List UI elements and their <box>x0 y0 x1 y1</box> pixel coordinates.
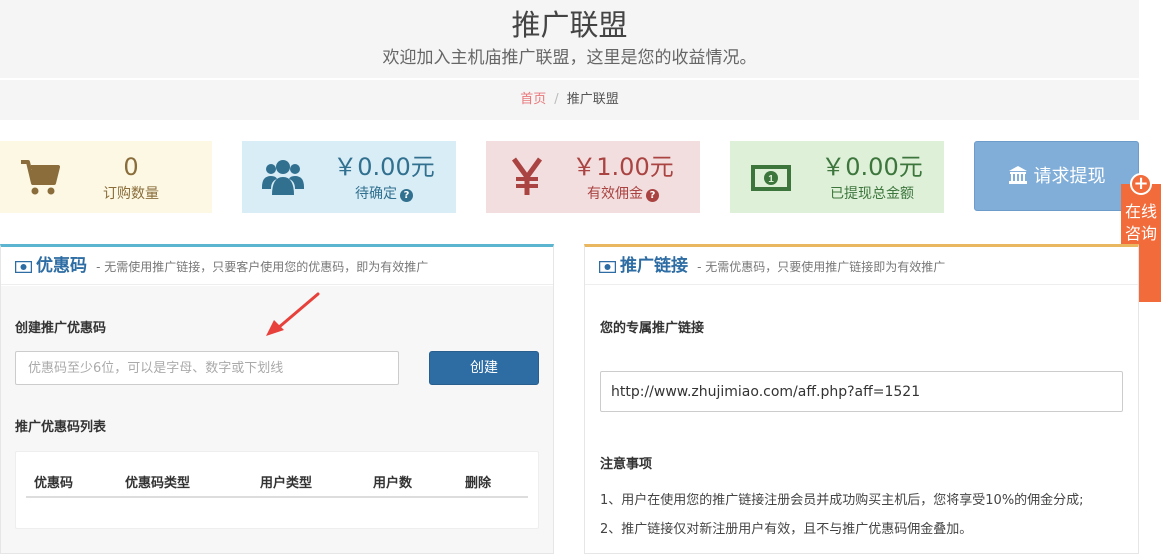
breadcrumb-current: 推广联盟 <box>566 92 619 107</box>
stat-pending: ￥0.00元 待确定? <box>242 141 456 213</box>
table-header-type: 优惠码类型 <box>125 476 191 491</box>
page-hero: 推广联盟 欢迎加入主机庙推广联盟，这里是您的收益情况。 <box>0 0 1139 78</box>
link-panel-description: - 无需优惠码，只要使用推广链接即为有效推广 <box>697 260 946 274</box>
table-header-delete: 删除 <box>465 476 492 491</box>
yen-icon <box>511 157 543 195</box>
coupon-panel-title-wrap: 优惠码 <box>14 256 87 276</box>
coupon-panel-description: - 无需使用推广链接，只要客户使用您的优惠码，即为有效推广 <box>96 260 429 274</box>
svg-text:1: 1 <box>768 174 774 185</box>
orders-label: 订购数量 <box>103 186 159 202</box>
request-withdraw-label: 请求提现 <box>1033 166 1106 187</box>
money-icon: 1 <box>751 165 791 191</box>
note-item: 1、用户在使用您的推广链接注册会员并成功购买主机后，您将享受10%的佣金分成; <box>600 493 1084 508</box>
aff-link-input[interactable] <box>600 371 1123 412</box>
withdrawn-label: 已提现总金额 <box>830 186 914 202</box>
orders-value: 0 <box>123 153 139 181</box>
help-icon[interactable]: ? <box>400 189 413 202</box>
table-header-user-count: 用户数 <box>373 476 413 491</box>
withdrawn-value: ￥0.00元 <box>821 153 923 181</box>
coupon-panel-title: 优惠码 <box>36 256 87 276</box>
link-panel-title: 推广链接 <box>620 256 688 276</box>
stat-valid: ￥1.00元 有效佣金? <box>486 141 700 213</box>
aff-link-label: 您的专属推广链接 <box>600 321 705 336</box>
request-withdraw-button[interactable]: 请求提现 <box>974 141 1139 211</box>
stat-withdrawn: 1 ￥0.00元 已提现总金额 <box>730 141 944 213</box>
valid-label-wrap: 有效佣金? <box>546 185 700 203</box>
coupon-table: 优惠码 优惠码类型 用户类型 用户数 删除 <box>15 451 539 529</box>
valid-label: 有效佣金 <box>587 186 643 202</box>
coupon-panel-header: 优惠码 - 无需使用推广链接，只要客户使用您的优惠码，即为有效推广 <box>1 247 553 285</box>
link-panel-header: 推广链接 - 无需优惠码，只要使用推广链接即为有效推广 <box>585 247 1138 285</box>
stat-orders: 0 订购数量 <box>0 141 212 213</box>
link-panel-title-wrap: 推广链接 <box>598 256 688 276</box>
table-header-code: 优惠码 <box>34 476 74 491</box>
coupon-list-label: 推广优惠码列表 <box>15 420 107 435</box>
plus-circle-icon[interactable]: + <box>1130 173 1152 195</box>
online-consult-label: 在线咨询 <box>1124 202 1157 243</box>
link-panel: 推广链接 - 无需优惠码，只要使用推广链接即为有效推广 您的专属推广链接 注意事… <box>584 244 1139 554</box>
page-subtitle: 欢迎加入主机庙推广联盟，这里是您的收益情况。 <box>382 48 757 68</box>
bank-icon <box>1008 166 1027 184</box>
note-item: 2、推广链接仅对新注册用户有效，且不与推广优惠码佣金叠加。 <box>600 522 973 537</box>
users-icon <box>262 160 304 195</box>
coupon-table-header: 优惠码 优惠码类型 用户类型 用户数 删除 <box>26 462 528 498</box>
page-title: 推广联盟 <box>511 8 628 42</box>
help-icon[interactable]: ? <box>646 189 659 202</box>
notes-title: 注意事项 <box>600 457 653 472</box>
annotation-arrow-icon <box>266 292 320 336</box>
pending-label-wrap: 待确定? <box>312 185 456 203</box>
create-coupon-button[interactable]: 创建 <box>429 351 539 385</box>
money-icon <box>14 260 33 274</box>
breadcrumb-home-link[interactable]: 首页 <box>520 92 546 107</box>
valid-value: ￥1.00元 <box>572 153 674 181</box>
pending-label: 待确定 <box>355 186 397 202</box>
pending-value: ￥0.00元 <box>333 153 435 181</box>
breadcrumb: 首页 / 推广联盟 <box>0 80 1139 120</box>
money-icon <box>598 260 617 274</box>
link-panel-body: 您的专属推广链接 注意事项 1、用户在使用您的推广链接注册会员并成功购买主机后，… <box>585 286 1138 553</box>
create-coupon-label: 创建推广优惠码 <box>15 321 107 336</box>
table-header-user-type: 用户类型 <box>260 476 313 491</box>
coupon-code-input[interactable] <box>15 351 399 385</box>
breadcrumb-separator: / <box>554 92 559 107</box>
